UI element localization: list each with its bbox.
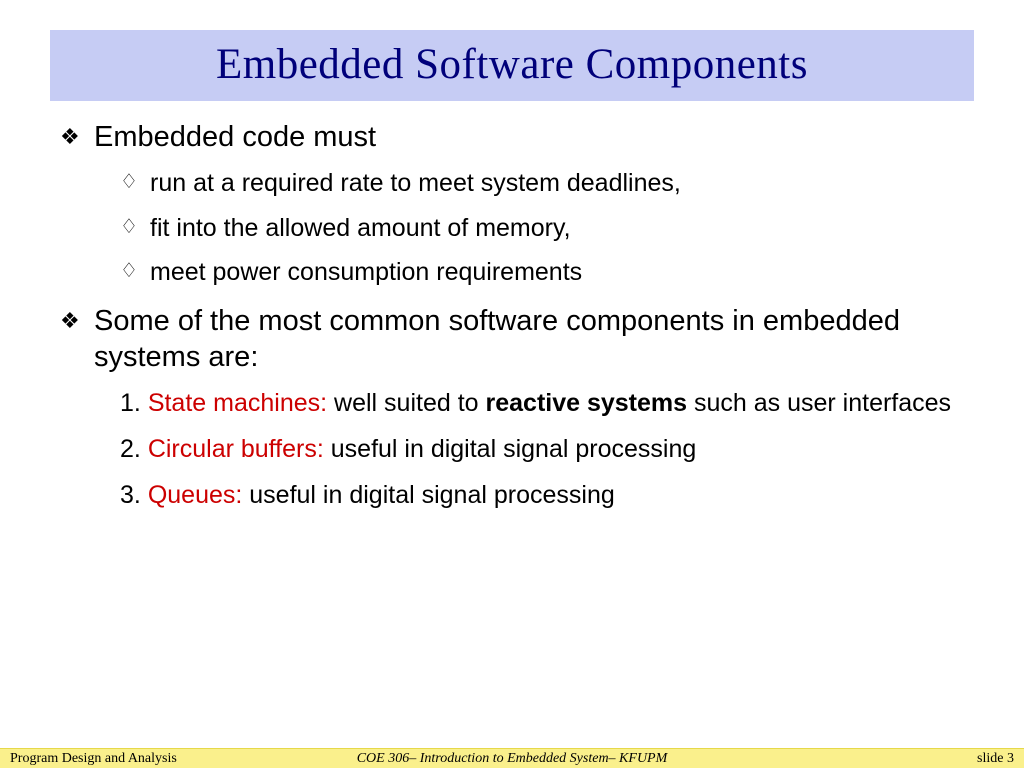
open-diamond-icon: ♢ bbox=[120, 256, 150, 286]
slide-title: Embedded Software Components bbox=[50, 40, 974, 89]
item-number: 1. bbox=[120, 389, 141, 417]
open-diamond-icon: ♢ bbox=[120, 212, 150, 242]
item-rest: useful in digital signal processing bbox=[324, 435, 696, 463]
bullet-text: fit into the allowed amount of memory, bbox=[150, 212, 964, 245]
slide-body: ❖ Embedded code must ♢ run at a required… bbox=[60, 119, 964, 513]
four-diamond-icon: ❖ bbox=[60, 303, 94, 339]
bullet-level2: ♢ meet power consumption requirements bbox=[120, 256, 964, 289]
numbered-item: 2. Circular buffers: useful in digital s… bbox=[120, 433, 964, 467]
item-rest: useful in digital signal processing bbox=[242, 481, 614, 509]
bullet-text: meet power consumption requirements bbox=[150, 256, 964, 289]
item-term: Circular buffers: bbox=[148, 435, 324, 463]
item-number: 2. bbox=[120, 435, 141, 463]
bullet-level2: ♢ run at a required rate to meet system … bbox=[120, 167, 964, 200]
bullet-text: Some of the most common software compone… bbox=[94, 303, 964, 376]
slide: Embedded Software Components ❖ Embedded … bbox=[0, 30, 1024, 768]
bullet-level1: ❖ Some of the most common software compo… bbox=[60, 303, 964, 376]
bullet-text: run at a required rate to meet system de… bbox=[150, 167, 964, 200]
numbered-item: 3. Queues: useful in digital signal proc… bbox=[120, 479, 964, 513]
item-rest: such as user interfaces bbox=[687, 389, 951, 417]
bullet-text: Embedded code must bbox=[94, 119, 964, 155]
numbered-item: 1. State machines: well suited to reacti… bbox=[120, 387, 964, 421]
open-diamond-icon: ♢ bbox=[120, 167, 150, 197]
item-bold: reactive systems bbox=[486, 389, 688, 417]
item-number: 3. bbox=[120, 481, 141, 509]
slide-footer: Program Design and Analysis COE 306– Int… bbox=[0, 748, 1024, 768]
four-diamond-icon: ❖ bbox=[60, 119, 94, 155]
bullet-level1: ❖ Embedded code must bbox=[60, 119, 964, 155]
footer-center: COE 306– Introduction to Embedded System… bbox=[0, 751, 1024, 767]
footer-right: slide 3 bbox=[977, 751, 1014, 767]
item-rest: well suited to bbox=[327, 389, 485, 417]
item-term: Queues: bbox=[148, 481, 243, 509]
title-bar: Embedded Software Components bbox=[50, 30, 974, 101]
item-term: State machines: bbox=[148, 389, 327, 417]
bullet-level2: ♢ fit into the allowed amount of memory, bbox=[120, 212, 964, 245]
